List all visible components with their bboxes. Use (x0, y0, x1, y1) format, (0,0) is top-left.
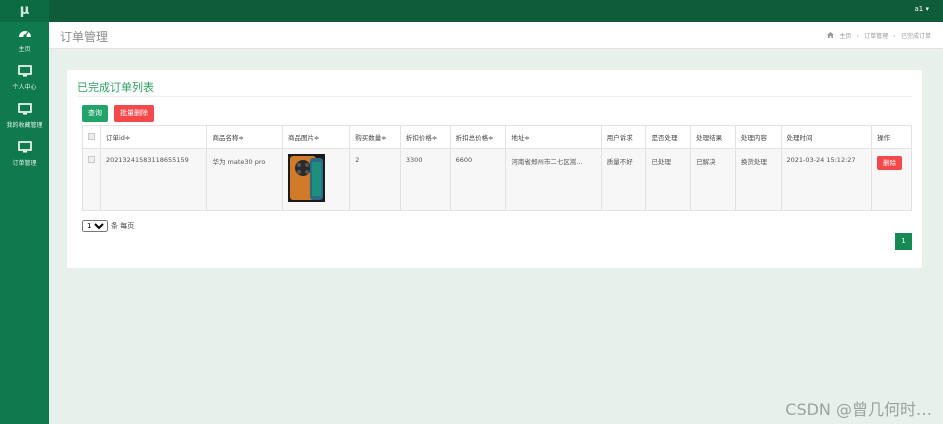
page-size-select[interactable]: 10 (82, 220, 108, 232)
breadcrumb-separator-icon: › (856, 31, 860, 40)
action-cell: 删除 (871, 148, 912, 211)
page-size-control: 10 条 每页 (82, 220, 134, 232)
sidebar-item-home[interactable]: 主页 (0, 22, 49, 60)
column-header-content: 处理内容 (734, 125, 782, 149)
quantity-cell: 2 (349, 148, 401, 211)
processed-cell: 已处理 (645, 148, 692, 211)
query-button[interactable]: 查询 (82, 105, 108, 122)
discount-total-cell: 6600 (449, 148, 507, 211)
order-id-cell: 20213241583118655159 (99, 148, 208, 211)
home-icon (827, 31, 835, 40)
sidebar: μ 主页 个人中心 我的收藏管理 订单管理 (0, 0, 49, 424)
breadcrumb-current: 已完成订单 (900, 33, 931, 40)
column-header-order-id[interactable]: 订单id≑ (99, 125, 208, 149)
column-header-quantity[interactable]: 购买数量≑ (349, 125, 401, 149)
discount-price-cell: 3300 (399, 148, 451, 211)
watermark: CSDN @曾几何时… (785, 400, 932, 419)
column-header-time: 处理时间 (780, 125, 873, 149)
row-checkbox[interactable] (88, 156, 95, 163)
column-header-discount-price[interactable]: 折扣价格≑ (399, 125, 451, 149)
column-header-product-image[interactable]: 商品图片≑ (282, 125, 351, 149)
table-header-row: 订单id≑ 商品名称≑ 商品图片≑ 购买数量≑ 折扣价格≑ 折扣总价格≑ 地址≑… (82, 125, 912, 149)
per-page-label: 条 每页 (111, 222, 135, 230)
top-navbar: a1 ▾ (49, 0, 943, 22)
row-select-cell (82, 148, 101, 211)
select-all-checkbox[interactable] (88, 132, 95, 140)
column-header-result: 处理结果 (690, 125, 736, 149)
sidebar-item-label: 我的收藏管理 (6, 122, 43, 129)
order-list-card: 已完成订单列表 查询 批量删除 订单id≑ 商品名称≑ 商品图片≑ 购买数量≑ … (67, 70, 922, 268)
card-divider (77, 96, 912, 97)
monitor-icon (0, 65, 49, 79)
breadcrumb: 主页 › 订单管理 › 已完成订单 (827, 31, 931, 40)
content-cell: 换货处理 (734, 148, 782, 211)
column-header-user-request: 用户诉求 (600, 125, 647, 149)
table-row: 20213241583118655159 华为 mate30 pro 2 330… (82, 148, 912, 211)
delete-button[interactable]: 删除 (877, 156, 903, 170)
dashboard-icon (0, 27, 49, 41)
pagination-page-1[interactable]: 1 (895, 233, 912, 250)
monitor-icon (0, 103, 49, 117)
phone-product-image (288, 154, 326, 202)
column-header-discount-total[interactable]: 折扣总价格≑ (449, 125, 507, 149)
breadcrumb-home-link[interactable]: 主页 (839, 31, 851, 40)
batch-delete-button[interactable]: 批量删除 (114, 105, 154, 122)
sidebar-item-label: 订单管理 (12, 160, 37, 167)
sidebar-item-favorites[interactable]: 我的收藏管理 (0, 98, 49, 136)
select-all-cell (82, 125, 101, 149)
product-name-cell: 华为 mate30 pro (206, 148, 284, 211)
product-image-cell (282, 148, 351, 211)
column-header-address[interactable]: 地址≑ (505, 125, 602, 149)
sidebar-item-label: 主页 (18, 46, 31, 53)
card-title: 已完成订单列表 (77, 81, 154, 94)
page-title: 订单管理 (60, 30, 109, 44)
sidebar-item-label: 个人中心 (12, 84, 37, 91)
user-menu[interactable]: a1 ▾ (915, 5, 929, 13)
user-request-cell: 质量不好 (600, 148, 647, 211)
column-header-product-name[interactable]: 商品名称≑ (206, 125, 284, 149)
monitor-icon (0, 141, 49, 155)
sidebar-item-orders[interactable]: 订单管理 (0, 136, 49, 174)
time-cell: 2021-03-24 15:12:27 (780, 148, 873, 211)
sidebar-item-profile[interactable]: 个人中心 (0, 60, 49, 98)
app-logo: μ (0, 0, 49, 22)
orders-table: 订单id≑ 商品名称≑ 商品图片≑ 购买数量≑ 折扣价格≑ 折扣总价格≑ 地址≑… (82, 125, 912, 211)
breadcrumb-orders-link[interactable]: 订单管理 (864, 31, 888, 40)
address-cell: 河南省郑州市二七区嵩... (505, 148, 602, 211)
breadcrumb-separator-icon: › (893, 31, 896, 40)
column-header-action: 操作 (871, 125, 912, 149)
page-header: 订单管理 主页 › 订单管理 › 已完成订单 (49, 22, 943, 49)
result-cell: 已解决 (690, 148, 736, 211)
column-header-processed: 是否处理 (645, 125, 692, 149)
